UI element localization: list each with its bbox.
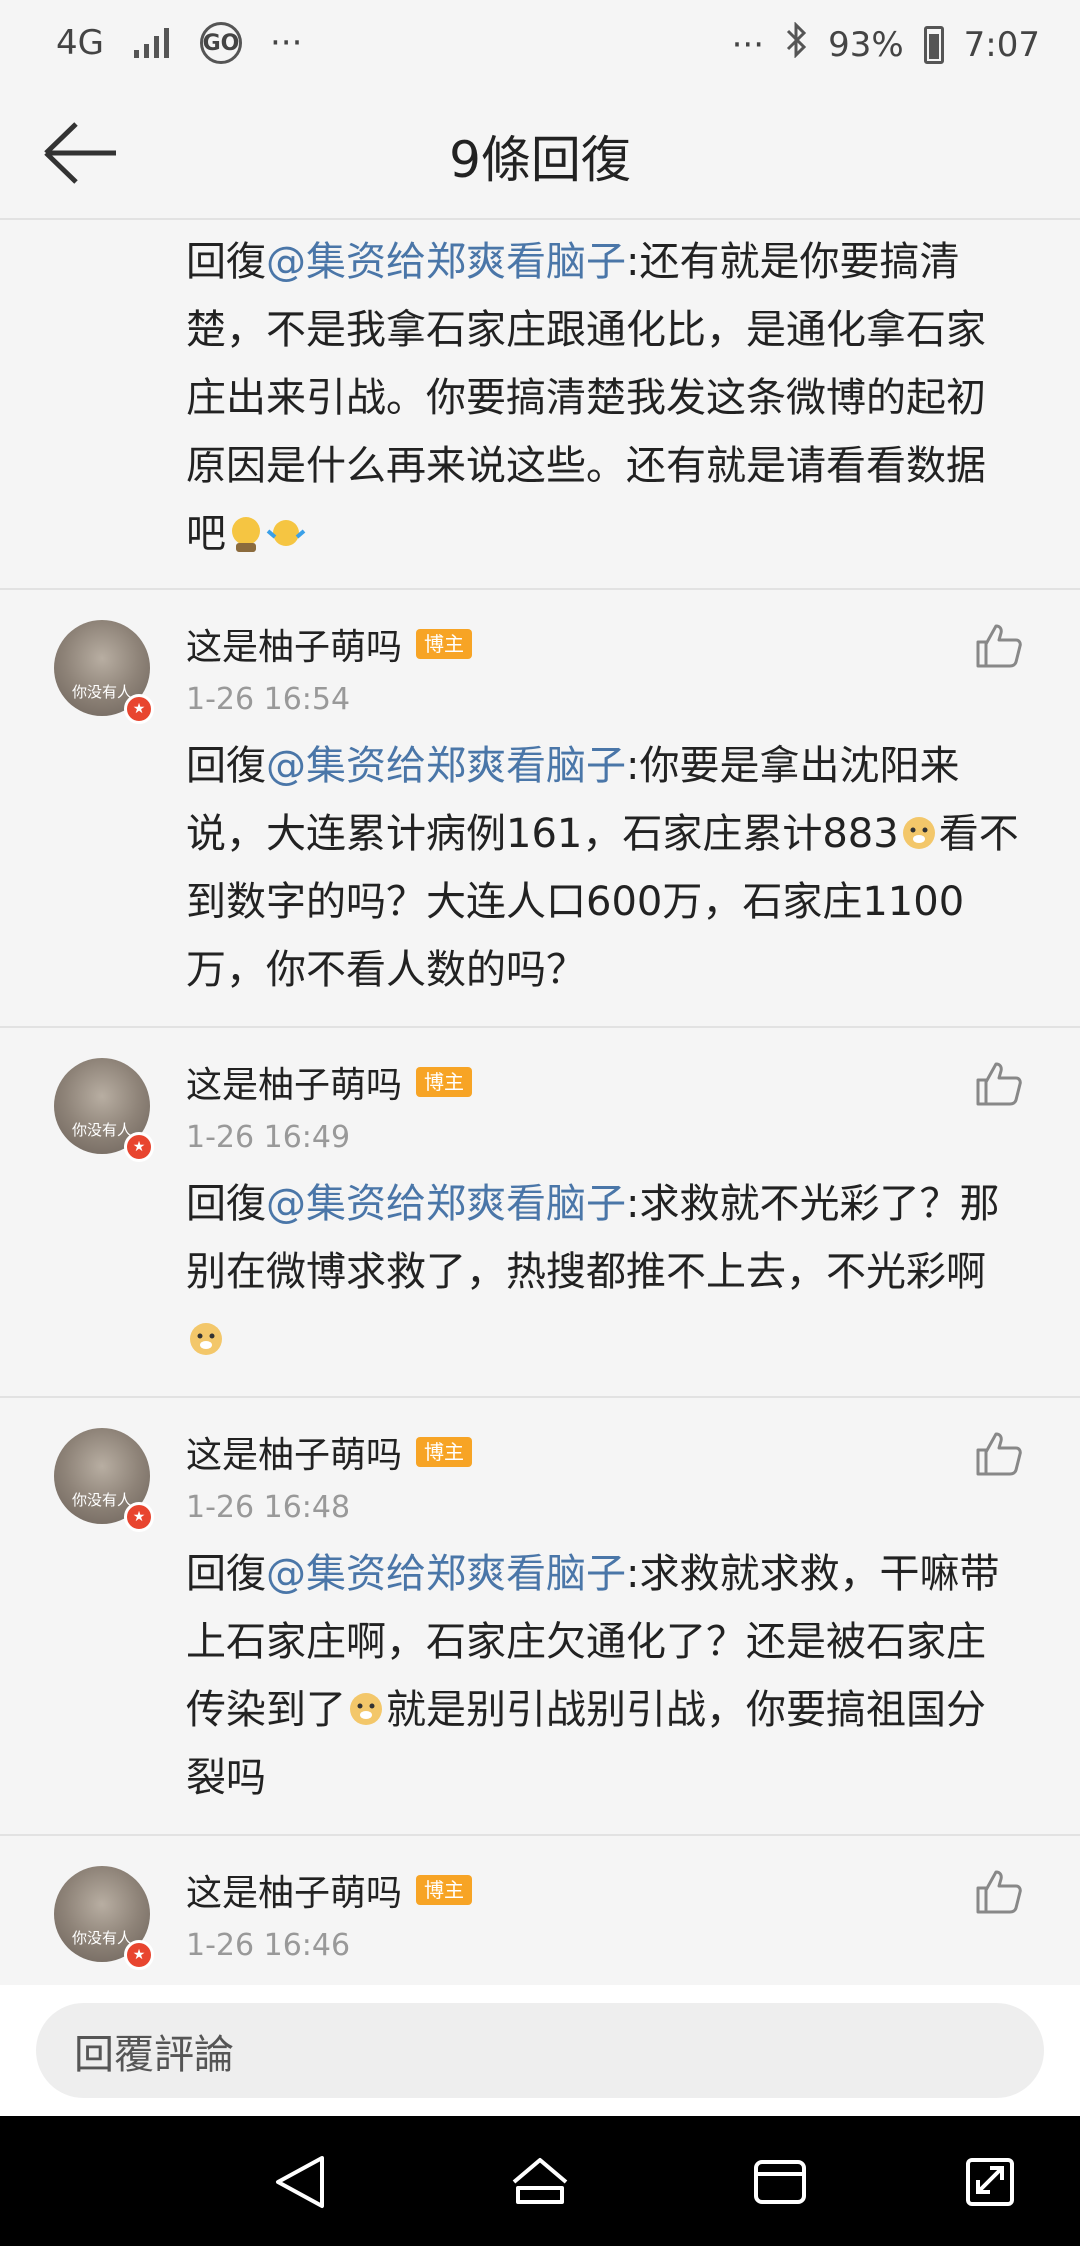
username[interactable]: 这是柚子萌吗	[186, 618, 402, 670]
comment-item: 你没有人 ★ 这是柚子萌吗 博主 1-26 16:49 回復@集资给郑爽看脑子:…	[0, 1028, 1080, 1398]
author-badge: 博主	[416, 1437, 473, 1467]
nav-back-icon[interactable]	[270, 2154, 330, 2210]
reply-prefix: 回復	[186, 239, 266, 285]
reply-text: 回復@集资给郑爽看脑子:还有就是你要搞清楚，不是我拿石家庄跟通化比，是通化拿石家…	[186, 228, 1024, 568]
verified-badge-icon: ★	[124, 1940, 154, 1970]
thumbs-up-icon[interactable]	[974, 620, 1024, 670]
go-icon: GO	[199, 22, 242, 64]
status-bar: 4G GO ··· ··· 93% 7:07	[0, 0, 1080, 90]
doge-emoji-icon	[902, 817, 935, 849]
username[interactable]: 这是柚子萌吗	[186, 1056, 402, 1108]
network-icon: 4G	[56, 23, 104, 63]
nav-screen-rotate-icon[interactable]	[960, 2154, 1020, 2210]
reply-prefix: 回復	[186, 743, 266, 789]
mention-link[interactable]: @集资给郑爽看脑子	[266, 1181, 626, 1227]
author-badge: 博主	[416, 629, 473, 659]
sweating-emoji-icon	[232, 517, 260, 552]
thumbs-up-icon[interactable]	[974, 1428, 1024, 1478]
nav-recents-icon[interactable]	[750, 2154, 810, 2210]
reply-item: 回復@集资给郑爽看脑子:还有就是你要搞清楚，不是我拿石家庄跟通化比，是通化拿石家…	[0, 220, 1080, 590]
comment-time: 1-26 16:49	[186, 1120, 351, 1155]
system-nav-bar	[0, 2116, 1080, 2246]
username[interactable]: 这是柚子萌吗	[186, 1864, 402, 1916]
mention-link[interactable]: @集资给郑爽看脑子	[266, 743, 626, 789]
nav-header: 9條回復	[0, 90, 1080, 220]
mention-link[interactable]: @集资给郑爽看脑子	[266, 1551, 626, 1597]
more-left-icon: ···	[269, 23, 303, 63]
comment-time: 1-26 16:46	[186, 1928, 351, 1963]
battery-percent: 93%	[828, 24, 904, 65]
signal-icon	[132, 26, 172, 60]
comment-time: 1-26 16:48	[186, 1490, 351, 1525]
reply-text: 回復@集资给郑爽看脑子:你要是拿出沈阳来说，大连累计病例161，石家庄累计883…	[186, 732, 1024, 1004]
verified-badge-icon: ★	[124, 1502, 154, 1532]
thumbs-up-icon[interactable]	[974, 1058, 1024, 1108]
reply-input[interactable]: 回覆評論	[36, 2003, 1044, 2098]
page-title: 9條回復	[449, 131, 631, 189]
verified-badge-icon: ★	[124, 694, 154, 724]
doge-emoji-icon	[190, 1323, 222, 1355]
comment-item: 你没有人 ★ 这是柚子萌吗 博主 1-26 16:54 回復@集资给郑爽看脑子:…	[0, 590, 1080, 1028]
battery-icon	[923, 25, 944, 64]
username[interactable]: 这是柚子萌吗	[186, 1426, 402, 1478]
reply-bar: 回覆評論	[0, 1985, 1080, 2116]
nav-home-icon[interactable]	[510, 2154, 570, 2210]
verified-badge-icon: ★	[124, 1132, 154, 1162]
reply-text: 回復@集资给郑爽看脑子:求救就不光彩了？那别在微博求救了，热搜都推不上去，不光彩…	[186, 1170, 1024, 1374]
clock: 7:07	[963, 24, 1040, 65]
bluetooth-icon	[784, 21, 808, 67]
more-right-icon: ···	[731, 24, 765, 65]
comment-item: 你没有人 ★ 这是柚子萌吗 博主 1-26 16:46	[0, 1836, 1080, 1985]
doge-emoji-icon	[350, 1693, 382, 1725]
mention-link[interactable]: @集资给郑爽看脑子	[266, 239, 626, 285]
reply-text: 回復@集资给郑爽看脑子:求救就求救，干嘛带上石家庄啊，石家庄欠通化了？还是被石家…	[186, 1540, 1024, 1812]
author-badge: 博主	[416, 1875, 473, 1905]
comment-list[interactable]: 回復@集资给郑爽看脑子:还有就是你要搞清楚，不是我拿石家庄跟通化比，是通化拿石家…	[0, 220, 1080, 1985]
thumbs-up-icon[interactable]	[974, 1866, 1024, 1916]
reply-prefix: 回復	[186, 1181, 266, 1227]
reply-prefix: 回復	[186, 1551, 266, 1597]
author-badge: 博主	[416, 1067, 473, 1097]
comment-time: 1-26 16:54	[186, 682, 351, 717]
comment-item: 你没有人 ★ 这是柚子萌吗 博主 1-26 16:48 回復@集资给郑爽看脑子:…	[0, 1398, 1080, 1836]
reply-body: :还有就是你要搞清楚，不是我拿石家庄跟通化比，是通化拿石家庄出来引战。你要搞清楚…	[186, 239, 986, 557]
shrug-emoji-icon	[266, 520, 306, 546]
